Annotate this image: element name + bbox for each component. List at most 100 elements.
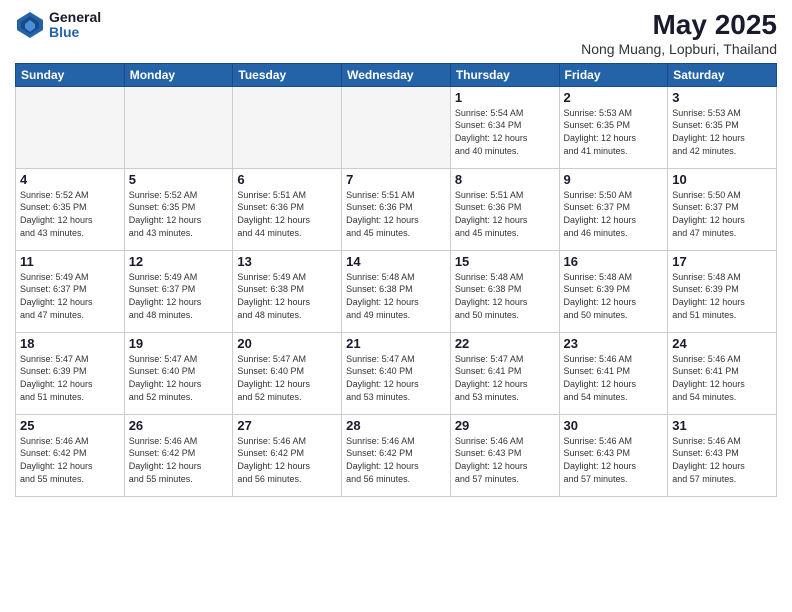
table-cell: 5 Sunrise: 5:52 AM Sunset: 6:35 PM Daylig… [124,168,233,250]
table-cell: 4Sunrise: 5:52 AM Sunset: 6:35 PM Daylig… [16,168,125,250]
day-info: Sunrise: 5:46 AM Sunset: 6:43 PM Dayligh… [564,435,664,485]
day-number: 21 [346,336,446,351]
table-cell [342,86,451,168]
day-number: 10 [672,172,772,187]
day-number: 22 [455,336,555,351]
day-number: 1 [455,90,555,105]
title-section: May 2025 Nong Muang, Lopburi, Thailand [581,10,777,57]
table-cell: 31 Sunrise: 5:46 AM Sunset: 6:43 PM Dayli… [668,414,777,496]
table-cell: 24 Sunrise: 5:46 AM Sunset: 6:41 PM Dayli… [668,332,777,414]
logo-blue-text: Blue [49,25,101,40]
header-thursday: Thursday [450,63,559,86]
day-info: Sunrise: 5:51 AM Sunset: 6:36 PM Dayligh… [237,189,337,239]
table-cell: 30Sunrise: 5:46 AM Sunset: 6:43 PM Dayli… [559,414,668,496]
calendar-table: Sunday Monday Tuesday Wednesday Thursday… [15,63,777,497]
day-number: 5 [129,172,229,187]
day-info: Sunrise: 5:46 AM Sunset: 6:43 PM Dayligh… [672,435,772,485]
table-cell: 7 Sunrise: 5:51 AM Sunset: 6:36 PM Daylig… [342,168,451,250]
header-saturday: Saturday [668,63,777,86]
day-info: Sunrise: 5:52 AM Sunset: 6:35 PM Dayligh… [129,189,229,239]
day-number: 28 [346,418,446,433]
day-info: Sunrise: 5:46 AM Sunset: 6:41 PM Dayligh… [672,353,772,403]
day-info: Sunrise: 5:53 AM Sunset: 6:35 PM Dayligh… [564,107,664,157]
table-cell: 28 Sunrise: 5:46 AM Sunset: 6:42 PM Dayli… [342,414,451,496]
table-cell: 27 Sunrise: 5:46 AM Sunset: 6:42 PM Dayli… [233,414,342,496]
table-cell: 3 Sunrise: 5:53 AM Sunset: 6:35 PM Daylig… [668,86,777,168]
table-cell [233,86,342,168]
day-number: 11 [20,254,120,269]
table-cell: 8Sunrise: 5:51 AM Sunset: 6:36 PM Daylig… [450,168,559,250]
week-row-1: 1 Sunrise: 5:54 AM Sunset: 6:34 PM Daylig… [16,86,777,168]
table-cell: 16 Sunrise: 5:48 AM Sunset: 6:39 PM Dayli… [559,250,668,332]
week-row-2: 4 Sunrise: 5:52 AM Sunset: 6:35 PM Daylig… [16,168,777,250]
calendar-header-row: Sunday Monday Tuesday Wednesday Thursday… [16,63,777,86]
day-number: 2 [564,90,664,105]
table-cell: 17 Sunrise: 5:48 AM Sunset: 6:39 PM Dayli… [668,250,777,332]
header-sunday: Sunday [16,63,125,86]
day-number: 12 [129,254,229,269]
day-info: Sunrise: 5:46 AM Sunset: 6:42 PM Dayligh… [129,435,229,485]
logo-general-text: General [49,10,101,25]
day-info: Sunrise: 5:47 AM Sunset: 6:41 PM Dayligh… [455,353,555,403]
day-info: Sunrise: 5:53 AM Sunset: 6:35 PM Dayligh… [672,107,772,157]
day-info: Sunrise: 5:51 AM Sunset: 6:36 PM Dayligh… [346,189,446,239]
day-info: Sunrise: 5:50 AM Sunset: 6:37 PM Dayligh… [672,189,772,239]
day-number: 3 [672,90,772,105]
day-number: 16 [564,254,664,269]
day-number: 24 [672,336,772,351]
week-row-4: 18Sunrise: 5:47 AM Sunset: 6:39 PM Dayli… [16,332,777,414]
month-title: May 2025 [581,10,777,41]
day-number: 15 [455,254,555,269]
day-info: Sunrise: 5:47 AM Sunset: 6:40 PM Dayligh… [129,353,229,403]
logo: General Blue [15,10,101,41]
table-cell: 23Sunrise: 5:46 AM Sunset: 6:41 PM Dayli… [559,332,668,414]
week-row-3: 11 Sunrise: 5:49 AM Sunset: 6:37 PM Dayli… [16,250,777,332]
day-info: Sunrise: 5:49 AM Sunset: 6:38 PM Dayligh… [237,271,337,321]
table-cell: 26 Sunrise: 5:46 AM Sunset: 6:42 PM Dayli… [124,414,233,496]
table-cell: 11 Sunrise: 5:49 AM Sunset: 6:37 PM Dayli… [16,250,125,332]
day-info: Sunrise: 5:46 AM Sunset: 6:42 PM Dayligh… [237,435,337,485]
day-number: 9 [564,172,664,187]
table-cell: 2 Sunrise: 5:53 AM Sunset: 6:35 PM Daylig… [559,86,668,168]
day-info: Sunrise: 5:46 AM Sunset: 6:43 PM Dayligh… [455,435,555,485]
table-cell: 29Sunrise: 5:46 AM Sunset: 6:43 PM Dayli… [450,414,559,496]
table-cell: 21Sunrise: 5:47 AM Sunset: 6:40 PM Dayli… [342,332,451,414]
table-cell: 18Sunrise: 5:47 AM Sunset: 6:39 PM Dayli… [16,332,125,414]
day-number: 26 [129,418,229,433]
day-info: Sunrise: 5:48 AM Sunset: 6:39 PM Dayligh… [564,271,664,321]
day-number: 19 [129,336,229,351]
day-info: Sunrise: 5:48 AM Sunset: 6:38 PM Dayligh… [346,271,446,321]
table-cell: 19 Sunrise: 5:47 AM Sunset: 6:40 PM Dayli… [124,332,233,414]
location: Nong Muang, Lopburi, Thailand [581,41,777,57]
day-info: Sunrise: 5:46 AM Sunset: 6:41 PM Dayligh… [564,353,664,403]
day-info: Sunrise: 5:46 AM Sunset: 6:42 PM Dayligh… [20,435,120,485]
header-friday: Friday [559,63,668,86]
table-cell [124,86,233,168]
day-info: Sunrise: 5:48 AM Sunset: 6:39 PM Dayligh… [672,271,772,321]
header-monday: Monday [124,63,233,86]
table-cell: 15Sunrise: 5:48 AM Sunset: 6:38 PM Dayli… [450,250,559,332]
table-cell: 13 Sunrise: 5:49 AM Sunset: 6:38 PM Dayli… [233,250,342,332]
day-number: 20 [237,336,337,351]
table-cell: 22 Sunrise: 5:47 AM Sunset: 6:41 PM Dayli… [450,332,559,414]
table-cell: 1 Sunrise: 5:54 AM Sunset: 6:34 PM Daylig… [450,86,559,168]
day-number: 4 [20,172,120,187]
day-info: Sunrise: 5:47 AM Sunset: 6:40 PM Dayligh… [237,353,337,403]
table-cell: 14Sunrise: 5:48 AM Sunset: 6:38 PM Dayli… [342,250,451,332]
day-number: 7 [346,172,446,187]
header-wednesday: Wednesday [342,63,451,86]
day-info: Sunrise: 5:46 AM Sunset: 6:42 PM Dayligh… [346,435,446,485]
day-info: Sunrise: 5:49 AM Sunset: 6:37 PM Dayligh… [129,271,229,321]
day-number: 18 [20,336,120,351]
day-number: 17 [672,254,772,269]
day-number: 31 [672,418,772,433]
day-info: Sunrise: 5:50 AM Sunset: 6:37 PM Dayligh… [564,189,664,239]
day-info: Sunrise: 5:49 AM Sunset: 6:37 PM Dayligh… [20,271,120,321]
day-number: 27 [237,418,337,433]
table-cell: 9 Sunrise: 5:50 AM Sunset: 6:37 PM Daylig… [559,168,668,250]
day-number: 25 [20,418,120,433]
page: General Blue May 2025 Nong Muang, Lopbur… [0,0,792,612]
day-number: 13 [237,254,337,269]
table-cell: 6Sunrise: 5:51 AM Sunset: 6:36 PM Daylig… [233,168,342,250]
day-info: Sunrise: 5:54 AM Sunset: 6:34 PM Dayligh… [455,107,555,157]
